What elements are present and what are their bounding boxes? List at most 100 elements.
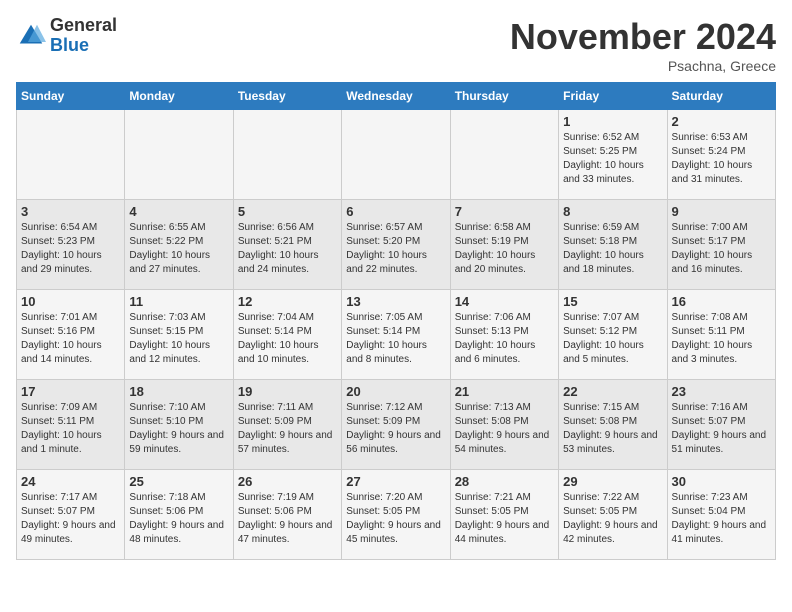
cell-info: Sunrise: 7:09 AM Sunset: 5:11 PM Dayligh…: [21, 401, 120, 457]
calendar-cell: 18 Sunrise: 7:10 AM Sunset: 5:10 PM Dayli…: [125, 380, 233, 470]
calendar-cell: 10 Sunrise: 7:01 AM Sunset: 5:16 PM Dayli…: [17, 290, 125, 380]
cell-info: Sunrise: 6:54 AM Sunset: 5:23 PM Dayligh…: [21, 221, 120, 277]
day-header-saturday: Saturday: [667, 83, 775, 110]
day-number: 28: [455, 474, 554, 489]
day-number: 13: [346, 294, 445, 309]
calendar-cell: 23 Sunrise: 7:16 AM Sunset: 5:07 PM Dayli…: [667, 380, 775, 470]
cell-info: Sunrise: 7:10 AM Sunset: 5:10 PM Dayligh…: [129, 401, 228, 457]
day-header-sunday: Sunday: [17, 83, 125, 110]
calendar-cell: [233, 110, 341, 200]
calendar-week-1: 1 Sunrise: 6:52 AM Sunset: 5:25 PM Daylig…: [17, 110, 776, 200]
calendar-cell: 22Sunrise: 7:15 AM Sunset: 5:08 PM Dayli…: [559, 380, 667, 470]
day-number: 15: [563, 294, 662, 309]
cell-info: Sunrise: 7:16 AM Sunset: 5:07 PM Dayligh…: [672, 401, 771, 457]
calendar-cell: 9 Sunrise: 7:00 AM Sunset: 5:17 PM Daylig…: [667, 200, 775, 290]
day-number: 6: [346, 204, 445, 219]
calendar-cell: 11Sunrise: 7:03 AM Sunset: 5:15 PM Dayli…: [125, 290, 233, 380]
cell-info: Sunrise: 7:23 AM Sunset: 5:04 PM Dayligh…: [672, 491, 771, 547]
cell-info: Sunrise: 7:05 AM Sunset: 5:14 PM Dayligh…: [346, 311, 445, 367]
day-number: 16: [672, 294, 771, 309]
cell-info: Sunrise: 7:07 AM Sunset: 5:12 PM Dayligh…: [563, 311, 662, 367]
calendar-cell: 4 Sunrise: 6:55 AM Sunset: 5:22 PM Daylig…: [125, 200, 233, 290]
calendar-cell: 16 Sunrise: 7:08 AM Sunset: 5:11 PM Dayli…: [667, 290, 775, 380]
calendar-cell: 13 Sunrise: 7:05 AM Sunset: 5:14 PM Dayli…: [342, 290, 450, 380]
calendar-cell: 1 Sunrise: 6:52 AM Sunset: 5:25 PM Daylig…: [559, 110, 667, 200]
calendar-cell: 28 Sunrise: 7:21 AM Sunset: 5:05 PM Dayli…: [450, 470, 558, 560]
calendar-cell: [342, 110, 450, 200]
logo: General Blue: [16, 16, 117, 56]
day-number: 27: [346, 474, 445, 489]
day-number: 22: [563, 384, 662, 399]
header: General Blue November 2024 Psachna, Gree…: [16, 16, 776, 74]
day-number: 21: [455, 384, 554, 399]
calendar-cell: 26 Sunrise: 7:19 AM Sunset: 5:06 PM Dayli…: [233, 470, 341, 560]
cell-info: Sunrise: 7:00 AM Sunset: 5:17 PM Dayligh…: [672, 221, 771, 277]
day-header-friday: Friday: [559, 83, 667, 110]
cell-info: Sunrise: 6:52 AM Sunset: 5:25 PM Dayligh…: [563, 131, 662, 187]
day-number: 26: [238, 474, 337, 489]
day-number: 24: [21, 474, 120, 489]
day-header-thursday: Thursday: [450, 83, 558, 110]
calendar-cell: 7 Sunrise: 6:58 AM Sunset: 5:19 PM Daylig…: [450, 200, 558, 290]
calendar-cell: 14 Sunrise: 7:06 AM Sunset: 5:13 PM Dayli…: [450, 290, 558, 380]
day-number: 10: [21, 294, 120, 309]
calendar-table: SundayMondayTuesdayWednesdayThursdayFrid…: [16, 82, 776, 560]
month-title: November 2024: [510, 16, 776, 58]
calendar-cell: 15 Sunrise: 7:07 AM Sunset: 5:12 PM Dayli…: [559, 290, 667, 380]
cell-info: Sunrise: 6:53 AM Sunset: 5:24 PM Dayligh…: [672, 131, 771, 187]
calendar-week-2: 3 Sunrise: 6:54 AM Sunset: 5:23 PM Daylig…: [17, 200, 776, 290]
day-header-monday: Monday: [125, 83, 233, 110]
calendar-cell: 6 Sunrise: 6:57 AM Sunset: 5:20 PM Daylig…: [342, 200, 450, 290]
cell-info: Sunrise: 7:22 AM Sunset: 5:05 PM Dayligh…: [563, 491, 662, 547]
day-header-wednesday: Wednesday: [342, 83, 450, 110]
day-number: 29: [563, 474, 662, 489]
calendar-cell: 24Sunrise: 7:17 AM Sunset: 5:07 PM Dayli…: [17, 470, 125, 560]
calendar-cell: 2 Sunrise: 6:53 AM Sunset: 5:24 PM Daylig…: [667, 110, 775, 200]
day-number: 5: [238, 204, 337, 219]
cell-info: Sunrise: 6:57 AM Sunset: 5:20 PM Dayligh…: [346, 221, 445, 277]
day-number: 3: [21, 204, 120, 219]
cell-info: Sunrise: 7:11 AM Sunset: 5:09 PM Dayligh…: [238, 401, 337, 457]
day-number: 7: [455, 204, 554, 219]
calendar-week-5: 24Sunrise: 7:17 AM Sunset: 5:07 PM Dayli…: [17, 470, 776, 560]
logo-text: General Blue: [50, 16, 117, 56]
calendar-header: SundayMondayTuesdayWednesdayThursdayFrid…: [17, 83, 776, 110]
calendar-cell: [17, 110, 125, 200]
calendar-cell: 20 Sunrise: 7:12 AM Sunset: 5:09 PM Dayli…: [342, 380, 450, 470]
day-header-tuesday: Tuesday: [233, 83, 341, 110]
calendar-cell: 8Sunrise: 6:59 AM Sunset: 5:18 PM Daylig…: [559, 200, 667, 290]
day-number: 25: [129, 474, 228, 489]
day-number: 20: [346, 384, 445, 399]
location: Psachna, Greece: [510, 58, 776, 74]
calendar-cell: 3 Sunrise: 6:54 AM Sunset: 5:23 PM Daylig…: [17, 200, 125, 290]
day-number: 18: [129, 384, 228, 399]
calendar-cell: 21Sunrise: 7:13 AM Sunset: 5:08 PM Dayli…: [450, 380, 558, 470]
logo-icon: [16, 21, 46, 51]
calendar-cell: 5 Sunrise: 6:56 AM Sunset: 5:21 PM Daylig…: [233, 200, 341, 290]
calendar-cell: 27Sunrise: 7:20 AM Sunset: 5:05 PM Dayli…: [342, 470, 450, 560]
calendar-week-4: 17 Sunrise: 7:09 AM Sunset: 5:11 PM Dayli…: [17, 380, 776, 470]
calendar-body: 1 Sunrise: 6:52 AM Sunset: 5:25 PM Daylig…: [17, 110, 776, 560]
day-number: 19: [238, 384, 337, 399]
cell-info: Sunrise: 7:08 AM Sunset: 5:11 PM Dayligh…: [672, 311, 771, 367]
cell-info: Sunrise: 7:06 AM Sunset: 5:13 PM Dayligh…: [455, 311, 554, 367]
day-number: 14: [455, 294, 554, 309]
day-number: 17: [21, 384, 120, 399]
cell-info: Sunrise: 7:12 AM Sunset: 5:09 PM Dayligh…: [346, 401, 445, 457]
day-number: 23: [672, 384, 771, 399]
cell-info: Sunrise: 7:19 AM Sunset: 5:06 PM Dayligh…: [238, 491, 337, 547]
cell-info: Sunrise: 6:55 AM Sunset: 5:22 PM Dayligh…: [129, 221, 228, 277]
cell-info: Sunrise: 6:56 AM Sunset: 5:21 PM Dayligh…: [238, 221, 337, 277]
cell-info: Sunrise: 7:01 AM Sunset: 5:16 PM Dayligh…: [21, 311, 120, 367]
cell-info: Sunrise: 6:59 AM Sunset: 5:18 PM Dayligh…: [563, 221, 662, 277]
day-number: 1: [563, 114, 662, 129]
cell-info: Sunrise: 6:58 AM Sunset: 5:19 PM Dayligh…: [455, 221, 554, 277]
calendar-cell: 19 Sunrise: 7:11 AM Sunset: 5:09 PM Dayli…: [233, 380, 341, 470]
day-number: 9: [672, 204, 771, 219]
day-number: 2: [672, 114, 771, 129]
cell-info: Sunrise: 7:03 AM Sunset: 5:15 PM Dayligh…: [129, 311, 228, 367]
calendar-week-3: 10 Sunrise: 7:01 AM Sunset: 5:16 PM Dayli…: [17, 290, 776, 380]
day-number: 12: [238, 294, 337, 309]
cell-info: Sunrise: 7:21 AM Sunset: 5:05 PM Dayligh…: [455, 491, 554, 547]
day-number: 4: [129, 204, 228, 219]
